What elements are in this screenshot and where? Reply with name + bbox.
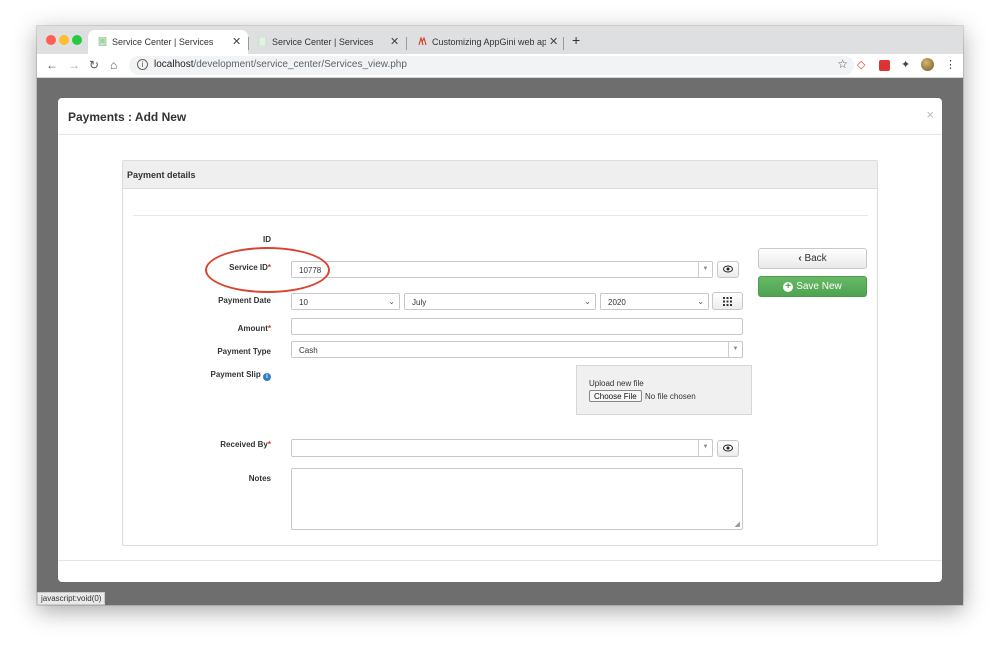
appgini-ext-icon[interactable]: ◇ (857, 59, 865, 71)
eye-icon (723, 265, 733, 273)
tab-title: Service Center | Services (112, 37, 214, 47)
browser-tab-3[interactable]: Customizing AppGini web app ✕ (408, 30, 563, 54)
status-bar: javascript:void(0) (37, 592, 106, 605)
tab-close-icon[interactable]: ✕ (549, 35, 558, 48)
red-square-ext-icon[interactable] (879, 60, 890, 71)
panel-title: Payment details (127, 170, 196, 180)
browser-toolbar: ← → ↻ ⌂ i localhost/development/service_… (37, 54, 963, 78)
amount-label: Amount* (237, 324, 271, 333)
kebab-menu-icon[interactable]: ⋮ (945, 59, 956, 71)
eye-icon (723, 444, 733, 452)
notes-textarea[interactable]: ◢ (291, 468, 743, 530)
add-payment-modal: Payments : Add New × Payment details ID … (58, 98, 942, 582)
tab-separator (406, 37, 407, 50)
url-text: localhost/development/service_center/Ser… (154, 59, 407, 70)
view-employee-eye-button[interactable] (717, 440, 739, 457)
save-new-button[interactable]: + Save New (758, 276, 867, 297)
no-file-text: No file chosen (645, 392, 696, 401)
id-label: ID (263, 235, 271, 244)
modal-header: Payments : Add New × (58, 98, 942, 135)
reload-icon[interactable]: ↻ (89, 58, 99, 72)
tab-strip: Service Center | Services ✕ Service Cent… (37, 26, 963, 54)
calendar-button[interactable] (712, 292, 743, 310)
new-tab-icon[interactable]: + (572, 33, 580, 47)
notes-label: Notes (248, 474, 271, 483)
info-circle-icon[interactable]: i (263, 373, 271, 381)
modal-title: Payments : Add New (68, 110, 187, 124)
resize-grip-icon[interactable]: ◢ (735, 520, 740, 528)
choose-file-button[interactable]: Choose File (589, 390, 642, 402)
forward-arrow-icon[interactable]: → (68, 58, 80, 72)
received-by-label: Received By* (220, 440, 271, 449)
site-info-icon[interactable]: i (137, 59, 148, 70)
payment-slip-upload: Upload new file Choose File No file chos… (576, 365, 752, 415)
profile-avatar-icon[interactable] (921, 58, 934, 71)
chevron-down-icon: ⌄ (697, 297, 704, 306)
window-minimize-dot[interactable] (59, 35, 69, 45)
calendar-grid-icon (723, 297, 732, 306)
view-service-eye-button[interactable] (717, 261, 739, 278)
appgini-logo-icon (418, 35, 427, 46)
payment-year-select[interactable]: 2020 ⌄ (600, 293, 709, 310)
payment-date-label: Payment Date (218, 296, 271, 305)
received-by-select[interactable]: ▼ (291, 439, 713, 457)
browser-tab-2[interactable]: Service Center | Services ✕ (248, 30, 406, 54)
dropdown-caret-icon: ▼ (728, 342, 742, 357)
payment-details-panel: Payment details ID Service ID* 10778 ▼ P… (122, 160, 878, 546)
tab-separator (563, 37, 564, 50)
panel-header: Payment details (123, 161, 877, 189)
payment-type-select[interactable]: Cash ▼ (291, 341, 743, 358)
window-close-dot[interactable] (46, 35, 56, 45)
browser-tab-1[interactable]: Service Center | Services ✕ (88, 30, 248, 54)
tab-title: Customizing AppGini web app (432, 37, 546, 47)
tab-close-icon[interactable]: ✕ (232, 35, 241, 48)
modal-close-icon[interactable]: × (926, 107, 934, 122)
amount-input[interactable] (291, 318, 743, 335)
service-id-select[interactable]: 10778 ▼ (291, 261, 713, 278)
panel-divider (133, 215, 868, 216)
tab-title: Service Center | Services (272, 37, 374, 47)
chevron-left-icon: ‹ (798, 253, 802, 264)
payment-day-select[interactable]: 10 ⌄ (291, 293, 400, 310)
address-bar[interactable]: i localhost/development/service_center/S… (129, 56, 854, 75)
plus-circle-icon: + (783, 282, 794, 292)
star-icon[interactable]: ☆ (837, 57, 848, 71)
chevron-down-icon: ⌄ (584, 297, 591, 306)
upload-label: Upload new file (589, 379, 644, 388)
modal-backdrop: Payments : Add New × Payment details ID … (37, 78, 963, 605)
payment-month-select[interactable]: July ⌄ (404, 293, 596, 310)
payment-slip-label: Payment Slip i (151, 370, 271, 381)
puzzle-icon[interactable]: ✦ (901, 59, 910, 71)
appgini-doc-icon (98, 36, 107, 47)
window-maximize-dot[interactable] (72, 35, 82, 45)
dropdown-caret-icon: ▼ (698, 440, 712, 456)
payment-type-label: Payment Type (217, 347, 271, 356)
browser-window: Service Center | Services ✕ Service Cent… (37, 26, 963, 605)
modal-footer-divider (58, 560, 942, 561)
annotation-ellipse (205, 247, 330, 293)
dropdown-caret-icon: ▼ (698, 262, 712, 277)
back-arrow-icon[interactable]: ← (46, 58, 58, 72)
chevron-down-icon: ⌄ (388, 297, 395, 306)
back-button[interactable]: ‹ Back (758, 248, 867, 269)
appgini-doc-icon (258, 36, 267, 47)
tab-close-icon[interactable]: ✕ (390, 35, 399, 48)
home-icon[interactable]: ⌂ (110, 58, 117, 72)
